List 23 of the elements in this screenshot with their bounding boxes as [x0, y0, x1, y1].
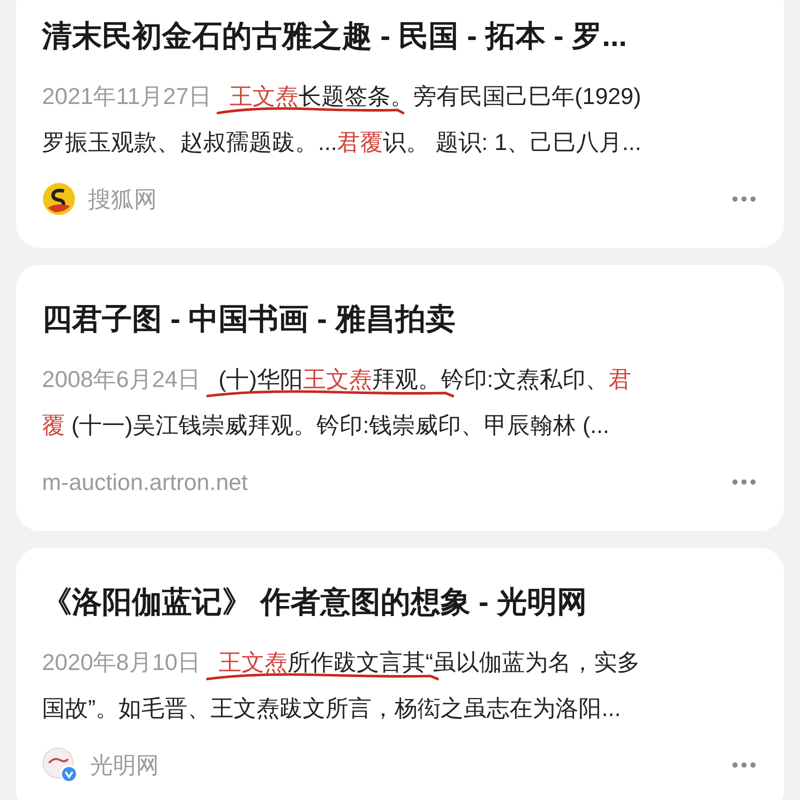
- result-title[interactable]: 清末民初金石的古雅之趣 - 民国 - 拓本 - 罗...: [42, 12, 756, 62]
- result-card[interactable]: 四君子图 - 中国书画 - 雅昌拍卖 2008年6月24日 (十)华阳王文焘拜观。钤印:文焘私印、君 覆 (十一)吴江钱崇威拜观。钤印:钱崇威印、甲辰翰林 (... m-auction.artron.net: [16, 265, 784, 531]
- marked-text: 王文焘长题签条: [230, 73, 391, 119]
- result-title[interactable]: 四君子图 - 中国书画 - 雅昌拍卖: [42, 295, 756, 345]
- site-logo-icon: [42, 747, 78, 783]
- snippet-text: 罗振玉观款、赵叔孺题跋。...君覆识。 题识: 1、己巳八月...: [42, 128, 642, 157]
- marked-text: 王文焘所作跋文言其: [218, 639, 426, 685]
- snippet-text: 覆 (十一)吴江钱崇威拜观。钤印:钱崇威印、甲辰翰林 (...: [42, 411, 610, 440]
- more-options-icon[interactable]: [732, 479, 756, 485]
- more-options-icon[interactable]: [732, 762, 756, 768]
- snippet-text: 钤印:文焘私印、君: [440, 366, 632, 392]
- snippet-text: “虽以伽蓝为名，实多: [426, 649, 640, 675]
- marked-text: (十)华阳王文焘拜观。: [218, 356, 441, 402]
- result-date: 2021年11月27日: [42, 83, 212, 109]
- result-date: 2020年8月10日: [42, 649, 201, 675]
- more-options-icon[interactable]: [732, 196, 756, 202]
- site-logo-icon: [42, 182, 76, 216]
- result-title[interactable]: 《洛阳伽蓝记》 作者意图的想象 - 光明网: [42, 578, 756, 628]
- snippet-text: 。旁有民国己巳年(1929): [390, 83, 642, 109]
- result-card[interactable]: 《洛阳伽蓝记》 作者意图的想象 - 光明网 2020年8月10日 王文焘所作跋文言其“虽以伽蓝为名，实多 国故”。如毛晋、王文焘跋文所言，杨衒之虽志在为洛阳... 光明网: [16, 548, 784, 800]
- result-date: 2008年6月24日: [42, 366, 201, 392]
- result-card[interactable]: 清末民初金石的古雅之趣 - 民国 - 拓本 - 罗... 2021年11月27日 王文焘长题签条。旁有民国己巳年(1929) 罗振玉观款、赵叔孺题跋。...君覆识。 题识: 1、己巳八月... 搜狐网: [16, 0, 784, 248]
- snippet-text: 国故”。如毛晋、王文焘跋文所言，杨衒之虽志在为洛阳...: [42, 694, 622, 723]
